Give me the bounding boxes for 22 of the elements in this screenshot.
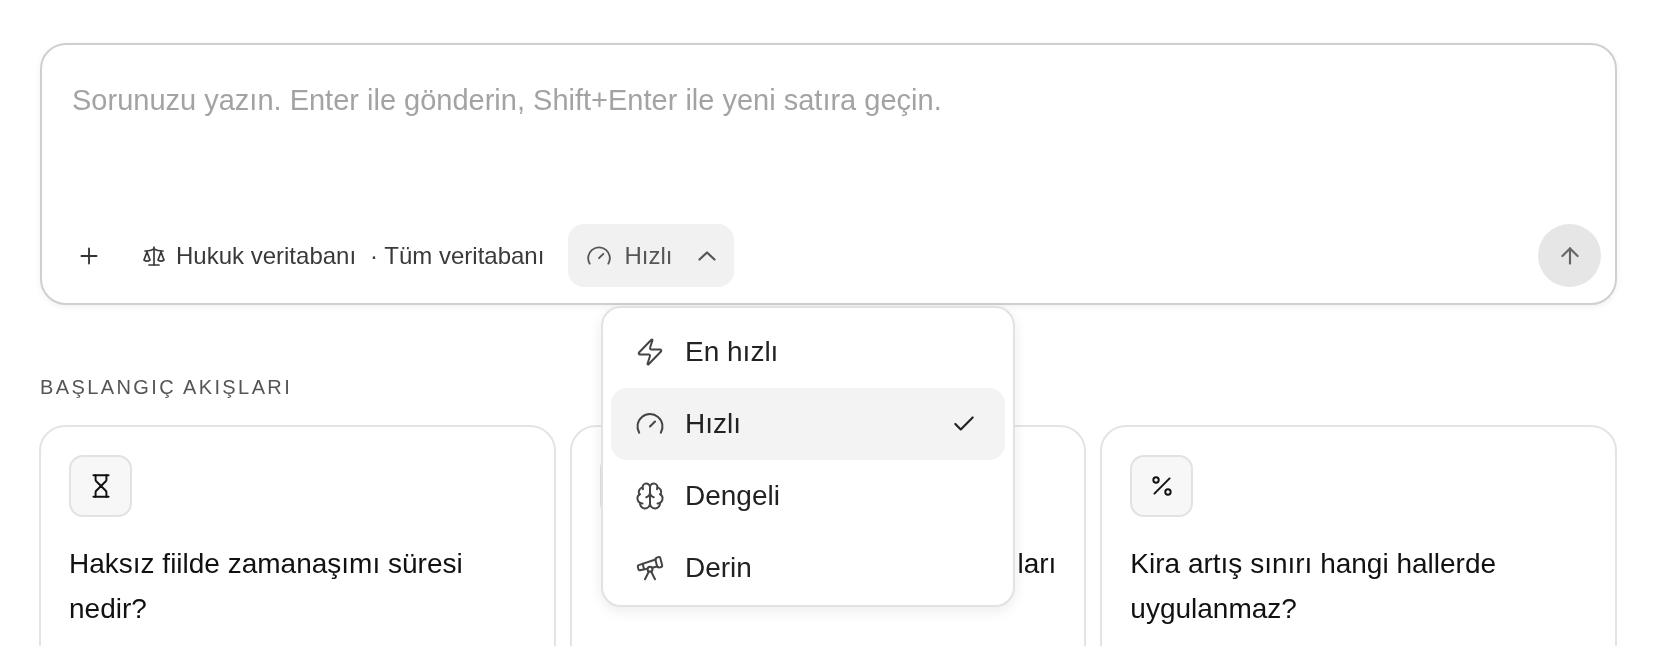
card-title: ları (1017, 548, 1057, 579)
card-title: Haksız fiilde zamanaşımı süresi (69, 548, 463, 579)
mode-option[interactable]: Derin (611, 532, 1005, 604)
question-field[interactable]: Sorunuzu yazın. Enter ile gönderin, Shift+Enter ile yeni satıra geçin. Hukuk veritabanı · Tüm veritabanı Hızlı (40, 43, 1617, 305)
source-scope: · Tüm veritabanı (370, 240, 545, 271)
card-title: uygulanmaz? (1130, 593, 1297, 624)
lightning-icon (635, 337, 665, 367)
chevron-up-icon (698, 250, 717, 261)
mode-option[interactable]: En hızlı (611, 316, 1005, 388)
scale-icon (142, 243, 166, 268)
source-selector[interactable]: Hukuk veritabanı · Tüm veritabanı (142, 237, 545, 274)
starter-card[interactable]: Kira artış sınırı hangi hallerde uygulanmaz? (1100, 425, 1617, 646)
brain-icon (635, 481, 665, 511)
starter-card[interactable]: Haksız fiilde zamanaşımı süresi nedir? (39, 425, 556, 646)
mode-option[interactable]: Dengeli (611, 460, 1005, 532)
mode-option[interactable]: Hızlı (611, 388, 1005, 460)
card-title: Kira artış sınırı hangi hallerde (1130, 548, 1497, 579)
telescope-icon (635, 553, 665, 583)
section-title: BAŞLANGIÇ AKIŞLARI (40, 377, 294, 397)
source-label: Hukuk veritabanı (176, 240, 357, 271)
card-title: nedir? (69, 593, 147, 624)
mode-selector[interactable]: Hızlı (568, 224, 735, 287)
